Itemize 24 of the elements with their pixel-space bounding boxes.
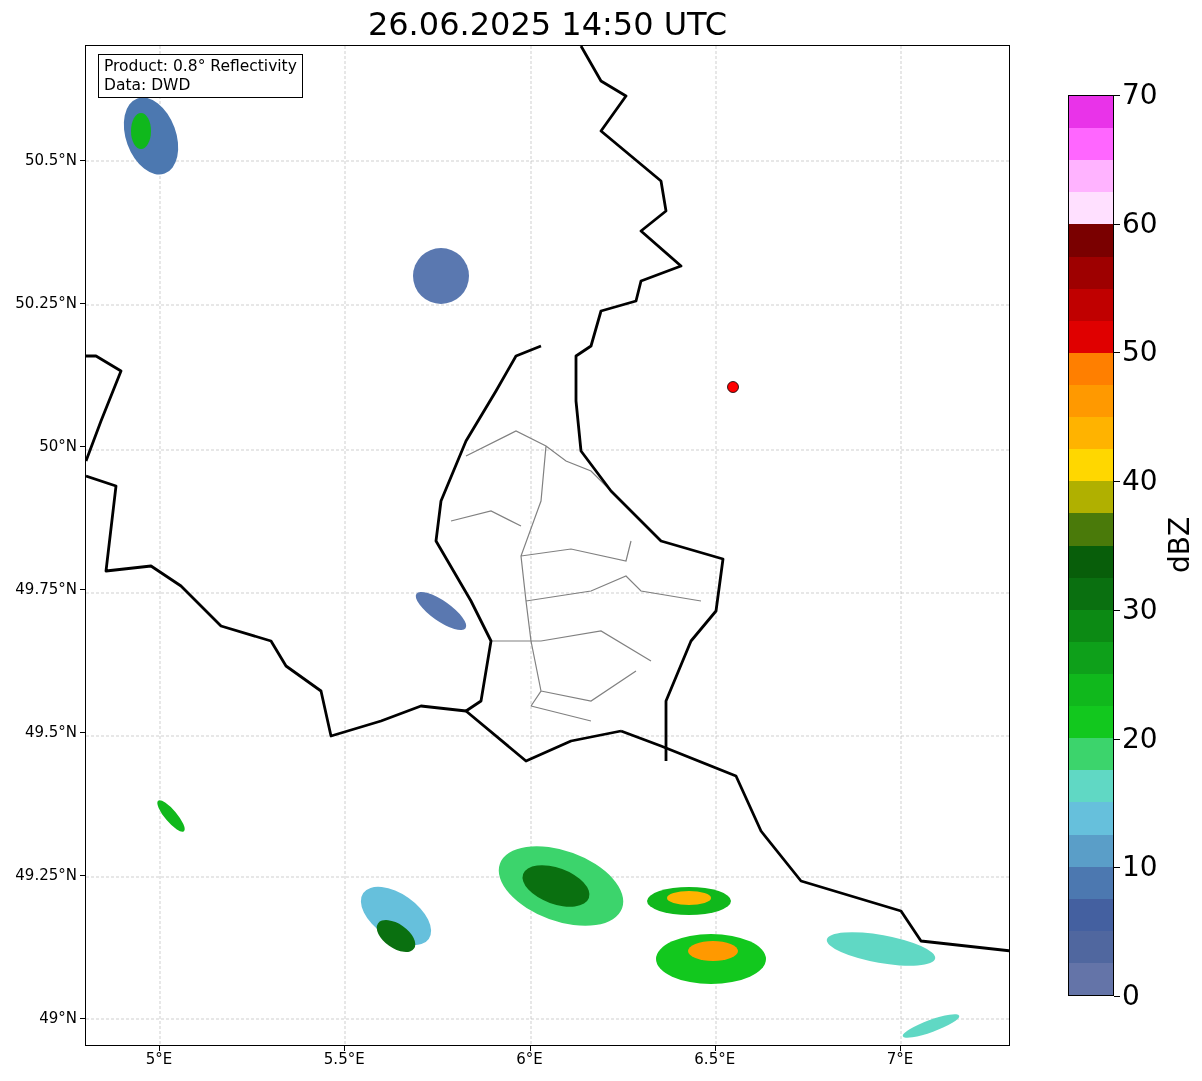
longitude-label: 5.5°E: [322, 1050, 366, 1068]
colorbar-label: dBZ: [1163, 515, 1197, 575]
latitude-label: 49°N: [38, 1009, 77, 1027]
colorbar-tick-label: 30: [1122, 593, 1158, 626]
colorbar-tick-label: 10: [1122, 851, 1158, 884]
info-text: Data: DWD: [104, 76, 192, 95]
latitude-label: 50.5°N: [23, 151, 77, 169]
longitude-label: 7°E: [885, 1050, 915, 1068]
longitude-label: 5°E: [144, 1050, 174, 1068]
chart-title: 26.06.2025 14:50 UTC: [366, 4, 729, 44]
latitude-label: 49.75°N: [14, 580, 77, 598]
colorbar-tick-label: 0: [1122, 980, 1140, 1012]
latitude-label: 50°N: [38, 437, 77, 455]
latitude-label: 50.25°N: [14, 294, 77, 312]
colorbar-tick-label: 40: [1122, 465, 1158, 498]
info-text: Product: 0.8° Reflectivity: [104, 57, 297, 76]
colorbar-tick-label: 60: [1122, 207, 1158, 240]
latitude-label: 49.25°N: [14, 866, 77, 884]
colorbar-tick-label: 50: [1122, 336, 1158, 369]
longitude-label: 6°E: [515, 1050, 544, 1068]
longitude-label: 6.5°E: [693, 1050, 737, 1068]
colorbar-tick-label: 70: [1122, 79, 1158, 111]
colorbar-tick-label: 20: [1122, 722, 1158, 755]
latitude-label: 49.5°N: [23, 723, 77, 741]
